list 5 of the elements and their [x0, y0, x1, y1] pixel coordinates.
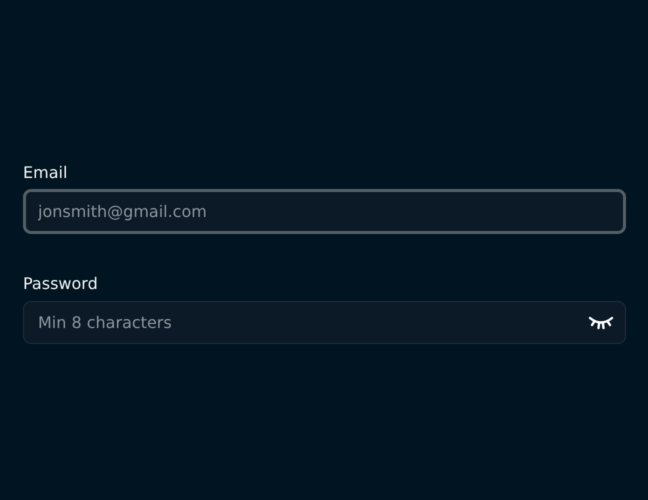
field-label: Email	[23, 162, 68, 184]
password-field[interactable]: Min 8 characters	[23, 301, 626, 344]
field-label: Password	[23, 273, 98, 295]
closed-eye-icon[interactable]	[588, 314, 614, 330]
email-field[interactable]: jonsmith@gmail.com	[23, 189, 626, 234]
